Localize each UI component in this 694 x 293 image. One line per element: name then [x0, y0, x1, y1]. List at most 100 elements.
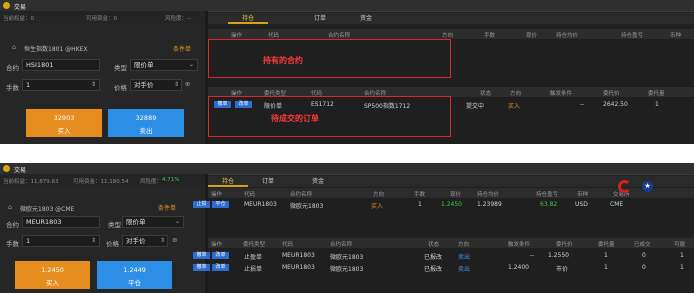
- modify-order-button[interactable]: 改单: [212, 252, 229, 259]
- col-filled: 已成交: [634, 242, 651, 248]
- price-label: 价格: [106, 240, 119, 248]
- col-side: 方向: [458, 242, 470, 248]
- close-button[interactable]: 平仓: [212, 201, 229, 208]
- buy-button[interactable]: 1.2450 买入: [15, 261, 90, 289]
- position-pnl: 63.82: [540, 201, 558, 208]
- orders-header: 操作 委托类型 代码 合约名称 状态 方向 触发条件 委托价 委托量 已成交 可…: [208, 238, 694, 248]
- price-input[interactable]: 对手价 ⇕: [130, 79, 182, 91]
- modify-order-button[interactable]: 改单: [212, 264, 229, 271]
- positions-header: 操作 代码 合约名称 方向 手数 现价 持仓均价 持仓盈亏 币种: [208, 29, 694, 39]
- order-cancelable: 1: [680, 264, 684, 271]
- qty-stepper[interactable]: 1 ⇕: [22, 235, 100, 247]
- chevron-down-icon: ⌄: [174, 218, 180, 225]
- order-type-select[interactable]: 限价单 ⌄: [122, 216, 184, 228]
- price-input[interactable]: 对手价 ⇕: [122, 235, 168, 247]
- tab-positions[interactable]: 持仓: [228, 13, 268, 24]
- order-price: 2642.50: [603, 101, 628, 108]
- stepper-icon[interactable]: ⇕: [91, 80, 96, 90]
- stepper-icon[interactable]: ⇕: [174, 80, 179, 90]
- stepper-icon[interactable]: ⇕: [91, 236, 96, 246]
- available-label: 可用资金：11,180.54: [73, 179, 129, 185]
- home-icon: ⌂: [8, 203, 13, 211]
- col-name: 合约名称: [290, 192, 313, 198]
- cancel-order-button[interactable]: 撤单: [193, 252, 210, 259]
- col-pnl: 持仓盈亏: [621, 33, 644, 39]
- table-row[interactable]: 撤单 改单 止盈单 MEUR1803 微欧元1803 已报改 卖出 -- 1.2…: [193, 250, 694, 261]
- qty-value: 1: [26, 237, 31, 245]
- order-status: 已报改: [424, 254, 443, 261]
- order-status: 已报改: [424, 266, 443, 273]
- buy-price: 32903: [53, 114, 75, 122]
- equity-label: 当前权益：0: [3, 16, 34, 22]
- sell-label: 平仓: [128, 279, 141, 287]
- home-icon: ⌂: [12, 43, 17, 51]
- condition-order-button[interactable]: 条件单: [173, 44, 191, 53]
- account-summary: 当前权益：0 可用资金：0 风险度：--: [0, 11, 205, 23]
- buy-price: 1.2450: [41, 266, 64, 274]
- price-value: 对手价: [134, 81, 154, 89]
- price-target-icon[interactable]: ⊕: [172, 236, 177, 244]
- tab-funds[interactable]: 资金: [298, 176, 338, 187]
- stepper-icon[interactable]: ⇕: [160, 236, 165, 246]
- col-qty: 手数: [484, 33, 496, 39]
- order-type: 止损单: [244, 266, 263, 273]
- order-side: 卖出: [458, 254, 471, 261]
- tab-positions[interactable]: 持仓: [208, 176, 248, 187]
- order-entry-panel: ⌂ 恒生指数1801 @HKEX 条件单 合约 HSI1801 类型 限价单 ⌄…: [0, 23, 205, 144]
- order-name: 微欧元1803: [330, 254, 364, 261]
- col-avg: 持仓均价: [556, 33, 579, 39]
- close-position-button[interactable]: 1.2449 平仓: [97, 261, 172, 289]
- position-qty: 1: [418, 201, 422, 208]
- instrument-name: 恒生指数1801 @HKEX: [24, 46, 88, 53]
- sell-price: 32889: [135, 114, 157, 122]
- qty-label: 手数: [6, 240, 19, 248]
- position-code: MEUR1803: [244, 201, 277, 208]
- col-order-price: 委托价: [603, 91, 620, 97]
- table-row[interactable]: MEUR1803 微欧元1803 买入 1 1.2450 1.23989 63.…: [208, 199, 694, 210]
- sell-button[interactable]: 32889 卖出: [108, 109, 184, 137]
- type-label: 类型: [108, 221, 121, 229]
- orders-annotation: 待成交的订单: [271, 114, 319, 123]
- order-price: 1.2550: [548, 252, 569, 259]
- col-order-qty: 委托量: [648, 91, 665, 97]
- order-side: 卖出: [458, 266, 471, 273]
- cancel-order-button[interactable]: 撤单: [193, 264, 210, 271]
- position-price: 1.2450: [441, 201, 462, 208]
- col-side: 方向: [373, 192, 385, 198]
- stop-loss-button[interactable]: 止损: [193, 201, 210, 208]
- contract-input[interactable]: MEUR1803: [22, 216, 100, 228]
- order-type: 止盈单: [244, 254, 263, 261]
- table-row[interactable]: 撤单 改单 止损单 MEUR1803 微欧元1803 已报改 卖出 1.2400…: [193, 262, 694, 273]
- positions-highlight: [208, 39, 451, 78]
- col-status: 状态: [428, 242, 440, 248]
- col-qty: 手数: [414, 192, 426, 198]
- order-type-select[interactable]: 限价单 ⌄: [130, 59, 198, 71]
- col-op: 操作: [211, 242, 223, 248]
- buy-button[interactable]: 32903 买入: [26, 109, 102, 137]
- qty-stepper[interactable]: 1 ⇕: [22, 79, 100, 91]
- risk-label: 风险度：: [140, 179, 163, 185]
- order-qty: 1: [604, 264, 608, 271]
- tab-funds[interactable]: 资金: [346, 13, 386, 24]
- app-logo-icon: [3, 165, 10, 172]
- account-summary: 当前权益：11,879.63 可用资金：11,180.54 风险度： 4.71%: [0, 174, 205, 186]
- position-avg: 1.23989: [477, 201, 502, 208]
- order-filled: 0: [642, 264, 646, 271]
- col-price: 现价: [450, 192, 462, 198]
- window-title: 交易: [14, 167, 27, 174]
- buy-label: 买入: [46, 279, 59, 287]
- price-target-icon[interactable]: ⊕: [185, 80, 190, 88]
- condition-order-button[interactable]: 条件单: [158, 203, 176, 212]
- buy-label: 买入: [57, 127, 71, 135]
- col-code: 代码: [282, 242, 294, 248]
- col-name: 合约名称: [330, 242, 353, 248]
- equity-label: 当前权益：11,879.63: [3, 179, 59, 185]
- contract-input[interactable]: HSI1801: [22, 59, 100, 71]
- tab-orders[interactable]: 订单: [300, 13, 340, 24]
- col-price: 现价: [526, 33, 538, 39]
- app-logo-icon: [3, 2, 10, 9]
- orders-highlight: [208, 96, 451, 137]
- tab-orders[interactable]: 订单: [248, 176, 288, 187]
- order-trigger: --: [530, 252, 535, 259]
- col-trigger: 触发条件: [550, 91, 573, 97]
